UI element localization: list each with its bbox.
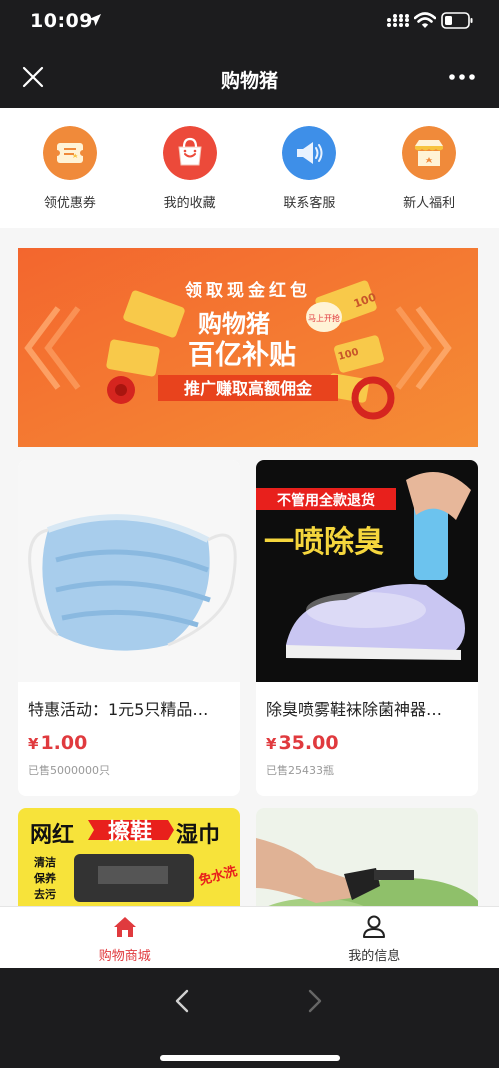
- image-tag: 不管用全款退货: [277, 492, 375, 509]
- forward-arrow-icon[interactable]: [301, 988, 327, 1014]
- status-bar: 10:09: [0, 0, 499, 44]
- shoe-spray-art: 不管用全款退货 一喷除臭: [256, 460, 478, 682]
- banner-line3: 百亿补贴: [188, 340, 296, 371]
- image-headline: 网红: [30, 822, 74, 848]
- back-arrow-icon[interactable]: [170, 988, 196, 1014]
- quick-link-newcomer-benefits[interactable]: 新人福利: [374, 108, 484, 228]
- price-value: 35.00: [278, 732, 339, 754]
- banner-badge: 马上开抢: [308, 313, 340, 323]
- tab-label: 我的信息: [348, 949, 401, 964]
- quick-link-coupons[interactable]: 领优惠券: [15, 108, 125, 228]
- sold-count: 已售25433瓶: [266, 764, 334, 777]
- location-arrow-icon: [89, 14, 101, 26]
- shoe-spray-image: 不管用全款退货 一喷除臭: [256, 460, 478, 682]
- garden-sprayer-art: [256, 808, 478, 906]
- image-bullet: 保养: [33, 871, 57, 885]
- product-price: ¥1.00: [18, 732, 240, 754]
- face-mask-art: [18, 460, 240, 682]
- nav-bar: 购物猪: [0, 44, 499, 108]
- home-icon: [113, 917, 136, 937]
- page-title: 购物猪: [220, 70, 278, 92]
- quick-link-label: 领优惠券: [43, 196, 96, 211]
- browser-toolbar: [0, 968, 499, 1068]
- gift-shop-icon: [402, 126, 457, 180]
- sold-count: 已售5000000只: [28, 764, 110, 777]
- quick-links: 领优惠券 我的收藏 联系客服 新人福利: [0, 108, 499, 228]
- currency-symbol: ¥: [266, 735, 277, 753]
- product-card[interactable]: 网红 擦鞋 湿巾 清洁 保养 去污 免水洗: [18, 808, 240, 906]
- face-mask-image: [18, 460, 240, 682]
- home-indicator[interactable]: [160, 1055, 340, 1061]
- product-title: 除臭喷雾鞋袜除菌神器…: [266, 700, 443, 719]
- quick-link-label: 我的收藏: [163, 196, 216, 211]
- main-content[interactable]: 领优惠券 我的收藏 联系客服 新人福利 100 100 领取现金红包 购物猪 百…: [0, 108, 499, 906]
- quick-link-customer-service[interactable]: 联系客服: [254, 108, 364, 228]
- image-headline: 湿巾: [176, 823, 220, 848]
- promo-banner-art: 100 100 领取现金红包 购物猪 百亿补贴 推广赚取高额佣金 马上开抢: [18, 248, 478, 447]
- product-card[interactable]: 不管用全款退货 一喷除臭 除臭喷雾鞋袜除菌神器… ¥35.00 已售25433瓶: [256, 460, 478, 796]
- banner-line2: 购物猪: [198, 310, 270, 338]
- product-card[interactable]: 特惠活动：1元5只精品… ¥1.00 已售5000000只: [18, 460, 240, 796]
- promo-banner[interactable]: 100 100 领取现金红包 购物猪 百亿补贴 推广赚取高额佣金 马上开抢: [18, 248, 478, 447]
- coupon-icon: [42, 126, 97, 180]
- bottom-tab-bar: 购物商城 我的信息: [0, 906, 499, 968]
- megaphone-icon: [282, 126, 337, 180]
- shoe-wipes-art: 网红 擦鞋 湿巾 清洁 保养 去污 免水洗: [18, 808, 240, 906]
- currency-symbol: ¥: [28, 735, 39, 753]
- more-options-icon[interactable]: [448, 72, 476, 82]
- image-bullet: 清洁: [34, 855, 56, 869]
- cellular-signal-icon: [387, 14, 409, 27]
- product-title: 特惠活动：1元5只精品…: [28, 700, 209, 719]
- banner-line1: 领取现金红包: [185, 280, 311, 301]
- product-card[interactable]: [256, 808, 478, 906]
- image-headline: 一喷除臭: [264, 525, 384, 560]
- tab-label: 购物商城: [98, 949, 151, 964]
- shoe-wipes-image: 网红 擦鞋 湿巾 清洁 保养 去污 免水洗: [18, 808, 240, 906]
- battery-icon: [441, 12, 473, 29]
- product-price: ¥35.00: [256, 732, 478, 754]
- banner-line4: 推广赚取高额佣金: [184, 379, 313, 398]
- favorites-bag-icon: [162, 126, 217, 180]
- quick-link-label: 新人福利: [403, 196, 456, 211]
- tab-my-info[interactable]: 我的信息: [250, 907, 499, 968]
- tab-shopping-mall[interactable]: 购物商城: [0, 907, 250, 968]
- status-time: 10:09: [30, 10, 93, 32]
- wifi-icon: [414, 12, 436, 28]
- quick-link-label: 联系客服: [283, 196, 336, 211]
- garden-sprayer-image: [256, 808, 478, 906]
- image-bullet: 去污: [34, 887, 56, 901]
- quick-link-favorites[interactable]: 我的收藏: [135, 108, 245, 228]
- user-icon: [363, 915, 386, 938]
- image-headline: 擦鞋: [108, 819, 152, 845]
- price-value: 1.00: [40, 732, 88, 754]
